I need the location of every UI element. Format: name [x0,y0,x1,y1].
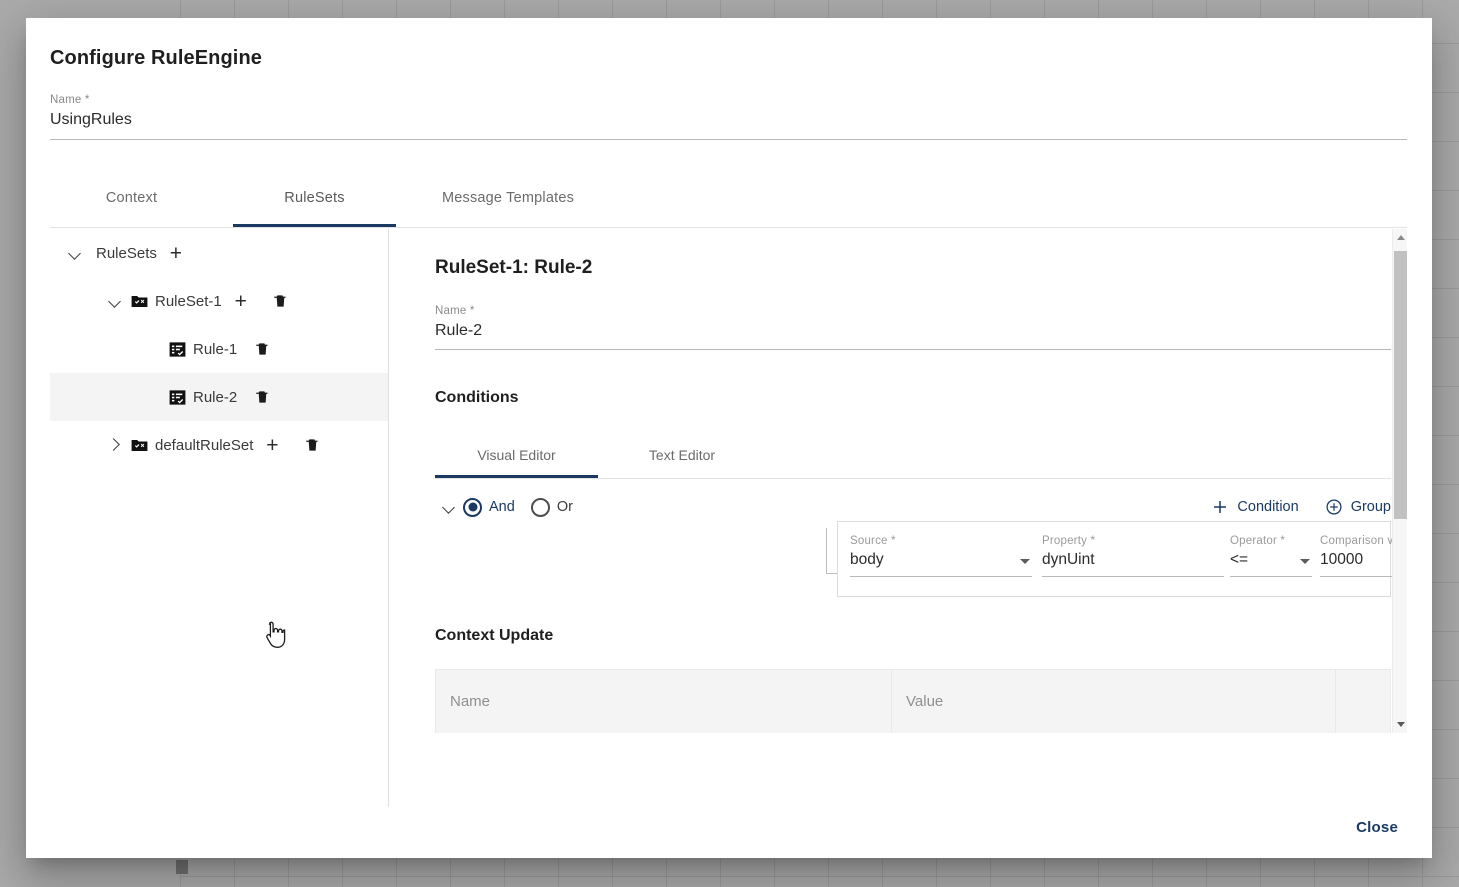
trash-icon [255,391,268,403]
plus-icon [1214,501,1227,513]
ruleset-folder-icon [130,436,149,455]
rule-name-value[interactable]: Rule-2 [435,317,1391,340]
add-group-label: Group [1350,499,1391,515]
plus-circle-icon [1326,499,1342,515]
tree-row-ruleset-1[interactable]: RuleSet-1 + [50,277,388,325]
scrollbar-thumb[interactable] [1394,251,1407,519]
add-condition-button[interactable]: Condition [1211,498,1299,516]
trash-icon [274,295,286,307]
column-header-actions [1336,670,1390,733]
radio-or-label: Or [556,499,573,515]
rule-detail-panel: RuleSet-1: Rule-2 Name * Rule-2 Conditio… [389,229,1407,807]
ruleset-folder-icon [130,292,149,311]
chevron-down-icon[interactable] [100,295,130,307]
column-header-name: Name [436,670,892,733]
tree-row-rule-1[interactable]: Rule-1 [50,325,388,373]
context-update-table-header: Name Value [435,669,1391,733]
conditions-heading: Conditions [435,389,519,406]
tab-context[interactable]: Context [50,168,213,227]
collapse-group-chevron-down-icon[interactable] [435,501,463,513]
engine-name-value[interactable]: UsingRules [50,106,1407,129]
engine-name-field[interactable]: Name * UsingRules [50,94,1407,140]
tree-label-root: RuleSets [96,244,157,262]
tab-visual-editor[interactable]: Visual Editor [435,431,598,478]
chevron-right-icon[interactable] [100,439,130,451]
delete-default-ruleset-button[interactable] [299,432,325,458]
delete-rule-1-button[interactable] [249,336,275,362]
delete-rule-2-button[interactable] [249,384,275,410]
tab-rulesets[interactable]: RuleSets [233,168,396,227]
rule-name-label: Name * [435,305,475,317]
tree-label-default-ruleset: defaultRuleSet [155,436,254,454]
trash-icon [255,343,268,355]
main-tabs: Context RuleSets Message Templates [50,168,1407,228]
add-ruleset-button[interactable]: + [163,240,189,266]
rule-name-field[interactable]: Name * Rule-2 [435,305,1391,350]
rule-document-icon [168,388,187,407]
tree-row-rule-2[interactable]: Rule-2 [50,373,388,421]
chevron-down-icon [1020,559,1030,564]
chevron-down-icon[interactable] [60,247,90,259]
radio-or-indicator [530,497,550,517]
tree-row-default-ruleset[interactable]: defaultRuleSet + [50,421,388,469]
close-button[interactable]: Close [1346,810,1408,845]
condition-property-input[interactable]: dynUint [1042,547,1224,577]
add-rule-default-button[interactable]: + [259,432,285,458]
logic-actions: Condition Group [1211,498,1391,516]
tree-label-rule-2: Rule-2 [193,388,238,406]
rule-title: RuleSet-1: Rule-2 [435,257,593,278]
condition-operator-field[interactable]: Operator * <= [1230,535,1312,577]
radio-or[interactable]: Or [530,497,573,517]
condition-property-field[interactable]: Property * dynUint [1042,535,1224,577]
add-condition-label: Condition [1237,499,1299,515]
tree-label-rule-1: Rule-1 [193,340,238,358]
tree-row-rulesets-root[interactable]: RuleSets + [50,229,388,277]
condition-property-value: dynUint [1042,551,1095,568]
condition-property-label: Property * [1042,535,1096,547]
mouse-cursor [264,621,286,651]
context-update-heading: Context Update [435,627,554,644]
tab-message-templates[interactable]: Message Templates [418,168,598,227]
condition-operator-label: Operator * [1230,535,1286,547]
delete-ruleset-1-button[interactable] [268,288,294,314]
add-group-button[interactable]: Group [1325,498,1391,516]
column-header-value: Value [892,670,1336,733]
condition-operator-select[interactable]: <= [1230,547,1312,577]
trash-icon [306,439,318,451]
condition-source-field[interactable]: Source * body [850,535,1032,577]
condition-source-value: body [850,551,884,568]
tree-label-ruleset-1: RuleSet-1 [155,292,222,310]
rule-document-icon [168,340,187,359]
condition-row: Source * body Property * dynUint Operato… [837,521,1407,597]
page-title: Configure RuleEngine [50,47,262,69]
conditions-editor-tabs: Visual Editor Text Editor [435,431,1391,479]
radio-and-label: And [489,499,515,515]
condition-comparison-value: 10000 [1320,551,1364,568]
rule-detail-scroll-area: RuleSet-1: Rule-2 Name * Rule-2 Conditio… [389,229,1407,733]
radio-and[interactable]: And [463,497,515,517]
condition-source-select[interactable]: body [850,547,1032,577]
tab-text-editor[interactable]: Text Editor [618,431,746,478]
rule-name-underline [435,349,1391,350]
condition-operator-value: <= [1230,551,1249,568]
radio-and-indicator [463,497,482,517]
engine-name-underline [50,139,1407,140]
add-rule-button[interactable]: + [228,288,254,314]
condition-source-label: Source * [850,535,896,547]
engine-name-label: Name * [50,94,90,106]
scroll-up-arrow-icon[interactable] [1393,229,1408,246]
scroll-down-arrow-icon[interactable] [1393,716,1408,733]
configure-ruleengine-dialog: Configure RuleEngine Name * UsingRules C… [26,18,1432,858]
rulesets-tree-panel: RuleSets + RuleSet-1 + Rule-1 Rule-2 def… [50,229,388,807]
chevron-down-icon [1300,559,1310,564]
rule-detail-scrollbar[interactable] [1392,229,1407,733]
